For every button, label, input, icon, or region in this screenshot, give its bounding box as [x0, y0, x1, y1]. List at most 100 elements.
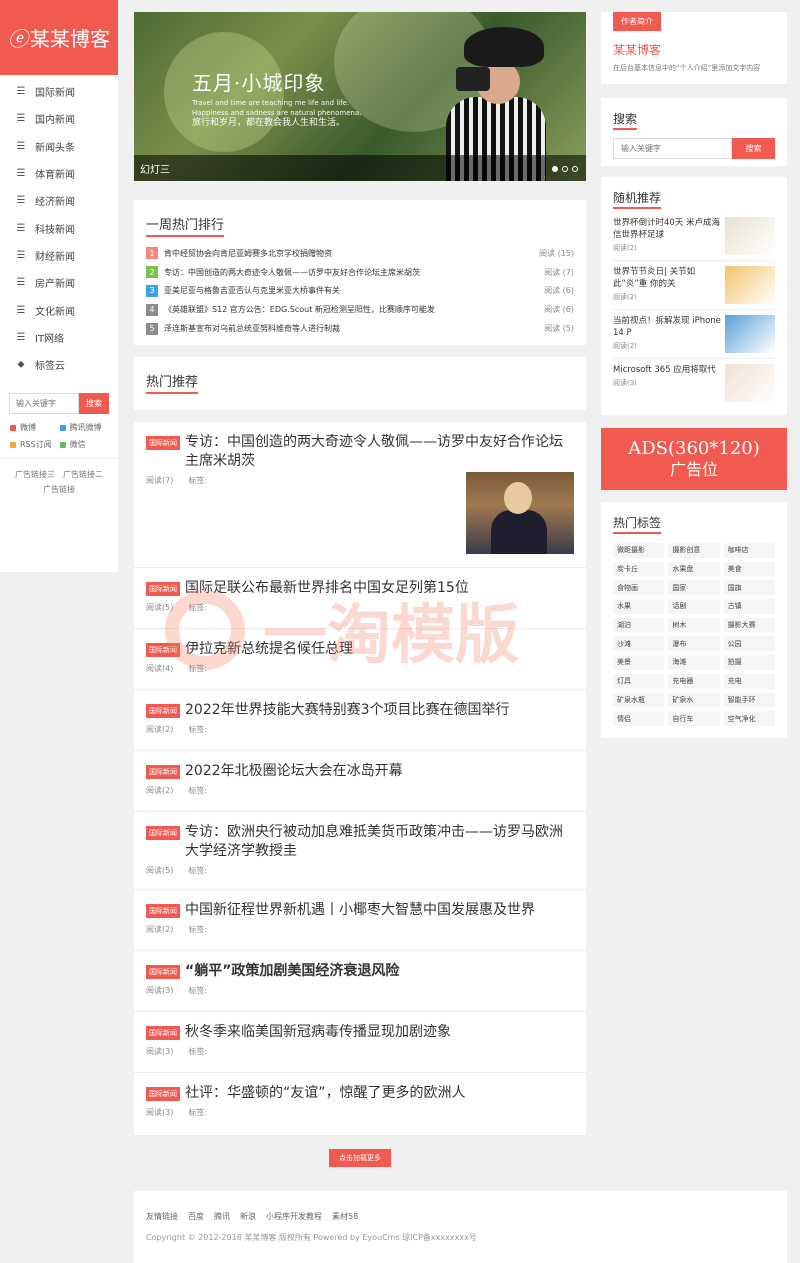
footer-link[interactable]: 新浪	[240, 1212, 256, 1221]
rank-title[interactable]: 肯中经贸协会向肯尼亚姆赛多北京学校捐赠物资	[164, 248, 539, 259]
article-item[interactable]: 国际新闻 专访：中国创造的两大奇迹令人敬佩——访罗中友好合作论坛主席米胡茨 阅读(7…	[134, 422, 586, 568]
article-title[interactable]: 伊拉克新总统提名候任总理	[185, 640, 353, 659]
tag-chip[interactable]: 国家	[668, 580, 720, 596]
random-item[interactable]: 当前视点！拆解发现 iPhone 14 P 阅读(2)	[613, 310, 775, 359]
footer-link[interactable]: 小程序开发教程	[266, 1212, 322, 1221]
article-title[interactable]: 2022年北极圈论坛大会在冰岛开幕	[185, 762, 403, 781]
nav-item[interactable]: ☰ 经济新闻	[0, 187, 118, 214]
tag-chip[interactable]: 微距摄影	[613, 543, 665, 558]
tag-chip[interactable]: 水果	[613, 599, 665, 614]
random-title[interactable]: 世界杯倒计时40天 米卢成海信世界杯足球	[613, 217, 721, 241]
category-badge[interactable]: 国际新闻	[146, 765, 180, 779]
rank-title[interactable]: 《英雄联盟》S12 官方公告：EDG.Scout 新冠检测呈阳性，比赛顺序可能发	[164, 304, 544, 315]
article-title[interactable]: 专访：欧洲央行被动加息难抵美货币政策冲击——访罗马欧洲大学经济学教授圭	[185, 823, 574, 861]
site-logo[interactable]: ⓔ 某某博客	[0, 0, 118, 75]
slide-dot[interactable]	[562, 166, 568, 172]
footer-link[interactable]: 百度	[188, 1212, 204, 1221]
article-title[interactable]: 专访：中国创造的两大奇迹令人敬佩——访罗中友好合作论坛主席米胡茨	[185, 433, 574, 471]
category-badge[interactable]: 国际新闻	[146, 704, 180, 718]
category-badge[interactable]: 国际新闻	[146, 826, 180, 840]
category-badge[interactable]: 国际新闻	[146, 582, 180, 596]
article-thumbnail[interactable]	[466, 472, 574, 554]
nav-item[interactable]: ☰ 房产新闻	[0, 269, 118, 296]
footer-link[interactable]: 腾讯	[214, 1212, 230, 1221]
tag-chip[interactable]: 空气净化	[723, 711, 775, 726]
article-item[interactable]: 国际新闻 专访：欧洲央行被动加息难抵美货币政策冲击——访罗马欧洲大学经济学教授圭阅…	[134, 812, 586, 890]
footer-link[interactable]: 素材58	[332, 1212, 358, 1221]
tag-chip[interactable]: 公园	[723, 636, 775, 652]
article-item[interactable]: 国际新闻 社评：华盛顿的“友谊”，惊醒了更多的欧洲人 阅读(3) 标签:	[134, 1073, 586, 1136]
category-badge[interactable]: 国际新闻	[146, 643, 180, 657]
tag-chip[interactable]: 国旗	[723, 580, 775, 596]
rank-row[interactable]: 2 专访：中国创造的两大奇迹令人敬佩——访罗中友好合作论坛主席米胡茨 阅读 (7)	[146, 263, 574, 282]
rank-title[interactable]: 亚美尼亚与格鲁吉亚否认与克里米亚大桥事件有关	[164, 285, 544, 296]
random-thumbnail[interactable]	[725, 315, 775, 353]
article-title[interactable]: 2022年世界技能大赛特别赛3个项目比赛在德国举行	[185, 701, 510, 720]
tag-chip[interactable]: 摄影大赛	[723, 617, 775, 633]
tag-chip[interactable]: 咖啡店	[723, 543, 775, 558]
nav-item[interactable]: ☰ 国际新闻	[0, 78, 118, 105]
tag-chip[interactable]: 摄影创意	[668, 543, 720, 558]
tag-chip[interactable]: 古镇	[723, 599, 775, 614]
banner-slider[interactable]: 五月·小城印象 Travel and time are teaching me …	[134, 12, 586, 181]
article-item[interactable]: 国际新闻 2022年北极圈论坛大会在冰岛开幕 阅读(2) 标签:	[134, 751, 586, 812]
category-badge[interactable]: 国际新闻	[146, 1026, 180, 1040]
article-item[interactable]: 国际新闻 “躺平”政策加剧美国经济衰退风险 阅读(3) 标签:	[134, 951, 586, 1012]
nav-item[interactable]: ☰ IT网络	[0, 324, 118, 351]
tag-chip[interactable]: 美食	[723, 561, 775, 577]
random-thumbnail[interactable]	[725, 266, 775, 304]
random-thumbnail[interactable]	[725, 364, 775, 402]
tag-chip[interactable]: 沙滩	[613, 636, 665, 652]
tag-chip[interactable]: 充电器	[668, 673, 720, 689]
article-title[interactable]: 秋冬季来临美国新冠病毒传播显现加剧迹象	[185, 1023, 451, 1042]
tag-chip[interactable]: 智能手环	[723, 692, 775, 708]
tag-chip[interactable]: 炭卡丘	[613, 561, 665, 577]
random-title[interactable]: 世界节节炎日| 关节如此“炎”重 你的关	[613, 266, 721, 290]
random-item[interactable]: Microsoft 365 应用将取代 阅读(3)	[613, 359, 775, 408]
article-item[interactable]: 国际新闻 中国新征程世界新机遇丨小椰枣大智慧中国发展惠及世界 阅读(2) 标签:	[134, 890, 586, 951]
right-search-input[interactable]	[613, 138, 732, 159]
article-title[interactable]: 中国新征程世界新机遇丨小椰枣大智慧中国发展惠及世界	[185, 901, 535, 920]
category-badge[interactable]: 国际新闻	[146, 904, 180, 918]
tag-chip[interactable]: 话剧	[668, 599, 720, 614]
tag-chip[interactable]: 食物画	[613, 580, 665, 596]
nav-item[interactable]: ⬥ 标签云	[0, 351, 118, 378]
ad-link[interactable]: 广告链接三	[15, 470, 55, 479]
tag-chip[interactable]: 灯具	[613, 673, 665, 689]
tag-chip[interactable]: 海滩	[668, 655, 720, 670]
random-item[interactable]: 世界杯倒计时40天 米卢成海信世界杯足球 阅读(2)	[613, 212, 775, 261]
random-thumbnail[interactable]	[725, 217, 775, 255]
random-item[interactable]: 世界节节炎日| 关节如此“炎”重 你的关 阅读(2)	[613, 261, 775, 310]
tag-chip[interactable]: 情侣	[613, 711, 665, 726]
tag-chip[interactable]: 矿泉水瓶	[613, 692, 665, 708]
category-badge[interactable]: 国际新闻	[146, 436, 180, 450]
right-search-button[interactable]: 搜索	[732, 138, 775, 159]
article-item[interactable]: 国际新闻 秋冬季来临美国新冠病毒传播显现加剧迹象 阅读(3) 标签:	[134, 1012, 586, 1073]
author-name[interactable]: 某某博客	[613, 41, 775, 58]
rank-row[interactable]: 5 泽连斯基宣布对乌前总统亚努科维奇等人进行制裁 阅读 (5)	[146, 319, 574, 338]
load-more-button[interactable]: 点击加载更多	[329, 1149, 391, 1167]
nav-item[interactable]: ☰ 科技新闻	[0, 214, 118, 241]
nav-item[interactable]: ☰ 体育新闻	[0, 160, 118, 187]
category-badge[interactable]: 国际新闻	[146, 1087, 180, 1101]
tag-chip[interactable]: 水果盘	[668, 561, 720, 577]
ad-banner[interactable]: ADS(360*120) 广告位	[601, 428, 787, 490]
random-title[interactable]: 当前视点！拆解发现 iPhone 14 P	[613, 315, 721, 339]
tag-chip[interactable]: 矿泉水	[668, 692, 720, 708]
nav-item[interactable]: ☰ 新闻头条	[0, 133, 118, 160]
tag-chip[interactable]: 湖泊	[613, 617, 665, 633]
ad-link[interactable]: 广告链接	[43, 485, 75, 494]
tag-chip[interactable]: 树木	[668, 617, 720, 633]
social-link[interactable]: 腾讯微博	[59, 422, 110, 433]
article-item[interactable]: 国际新闻 伊拉克新总统提名候任总理 阅读(4) 标签:	[134, 629, 586, 690]
rank-row[interactable]: 4 《英雄联盟》S12 官方公告：EDG.Scout 新冠检测呈阳性，比赛顺序可能…	[146, 300, 574, 319]
sidebar-search-input[interactable]	[9, 393, 79, 415]
article-title[interactable]: “躺平”政策加剧美国经济衰退风险	[185, 962, 399, 981]
rank-title[interactable]: 专访：中国创造的两大奇迹令人敬佩——访罗中友好合作论坛主席米胡茨	[164, 267, 544, 278]
tag-chip[interactable]: 拍摄	[723, 655, 775, 670]
slide-dot[interactable]	[552, 166, 558, 172]
ad-link[interactable]: 广告链接二	[63, 470, 103, 479]
category-badge[interactable]: 国际新闻	[146, 965, 180, 979]
article-item[interactable]: 国际新闻 国际足联公布最新世界排名中国女足列第15位 阅读(5) 标签:	[134, 568, 586, 629]
tag-chip[interactable]: 美景	[613, 655, 665, 670]
